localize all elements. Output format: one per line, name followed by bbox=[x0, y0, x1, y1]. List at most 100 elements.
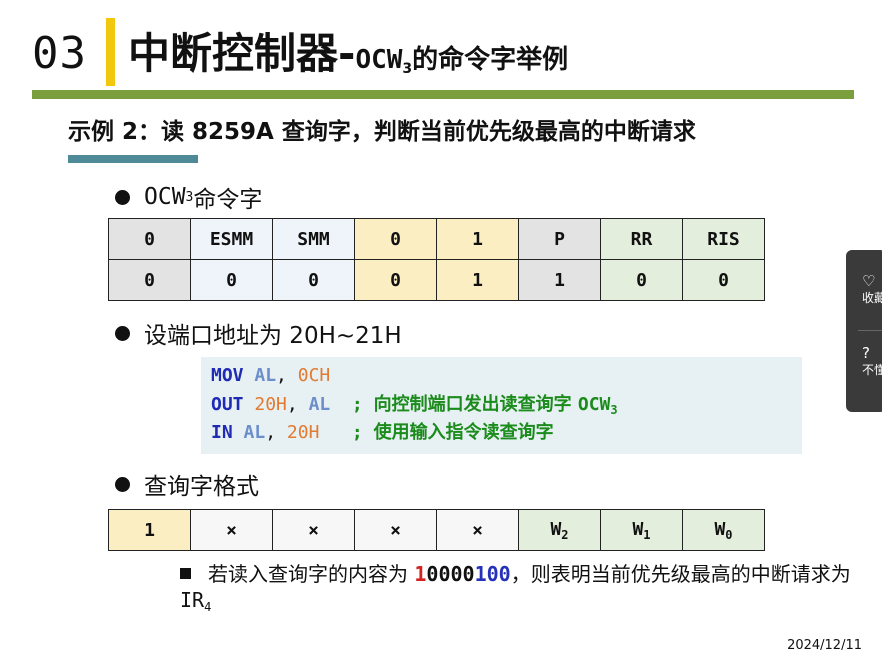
port-address-text: 设端口地址为 20H~21H bbox=[144, 323, 402, 349]
ocw3-bit0-value: 0 bbox=[682, 259, 765, 301]
note-highlight-red: 1 bbox=[414, 562, 427, 586]
heart-icon: ♡ bbox=[862, 272, 876, 290]
comment-text: 向控制端口发出读查询字 bbox=[373, 394, 578, 415]
ocw3-label-prefix: OCW bbox=[144, 184, 186, 210]
code-immediate: 0CH bbox=[297, 365, 331, 386]
ocw3-label-suffix: 命令字 bbox=[193, 187, 263, 213]
query-bit5: × bbox=[272, 509, 355, 551]
code-opcode: IN bbox=[211, 422, 233, 443]
ocw3-bit7-value: 0 bbox=[108, 259, 191, 301]
bullet-ocw3: OCW 3 命令字 bbox=[115, 180, 262, 214]
bullet-port-address: 设端口地址为 20H~21H bbox=[115, 316, 402, 350]
ocw3-bit3-name: 1 bbox=[436, 218, 519, 260]
query-bit3: × bbox=[436, 509, 519, 551]
title-main: 中断控制器- bbox=[128, 29, 356, 78]
bullet-dot-icon bbox=[115, 189, 130, 205]
query-bit-value: × bbox=[390, 519, 401, 541]
code-separator: , bbox=[265, 422, 287, 443]
section-accent-bar bbox=[106, 18, 115, 86]
code-separator: , bbox=[286, 394, 309, 415]
bullet-query-format: 查询字格式 bbox=[115, 467, 259, 501]
query-bit-value: 1 bbox=[144, 519, 155, 541]
query-bit7: 1 bbox=[108, 509, 191, 551]
query-bit-subscript: 0 bbox=[725, 527, 733, 542]
code-port: 20H bbox=[286, 422, 320, 443]
query-bit-value: W bbox=[714, 518, 726, 540]
query-bit-value: × bbox=[472, 519, 483, 541]
code-register: AL bbox=[254, 365, 277, 386]
note-ir-subscript: 4 bbox=[204, 600, 212, 614]
comment-marker: ; bbox=[330, 394, 374, 415]
ocw3-bit4-name: 0 bbox=[354, 218, 437, 260]
ocw3-bit6-name: ESMM bbox=[190, 218, 273, 260]
ocw3-bit3-value: 1 bbox=[436, 259, 519, 301]
ocw3-bit1-name: RR bbox=[600, 218, 683, 260]
query-word-table: 1 × × × × W2 W1 W0 bbox=[108, 509, 765, 551]
table-row: 1 × × × × W2 W1 W0 bbox=[108, 509, 765, 551]
subtitle: 示例 2：读 8259A 查询字，判断当前优先级最高的中断请求 bbox=[68, 119, 696, 145]
code-line-3: IN AL, 20H ; 使用输入指令读查询字 bbox=[211, 420, 554, 446]
query-bit-value: × bbox=[226, 519, 237, 541]
query-bit-value: W bbox=[550, 518, 562, 540]
comment-text: 使用输入指令读查询字 bbox=[373, 422, 554, 443]
ocw3-bit1-value: 0 bbox=[600, 259, 683, 301]
title-ocw: OCW bbox=[355, 45, 403, 75]
square-bullet-icon bbox=[180, 568, 191, 579]
ocw3-register-table: 0 ESMM SMM 0 1 P RR RIS 0 0 0 0 1 1 0 0 bbox=[108, 218, 765, 301]
query-bit2: W2 bbox=[518, 509, 601, 551]
code-opcode: MOV bbox=[211, 365, 244, 386]
query-bit-subscript: 1 bbox=[643, 527, 651, 542]
comment-marker: ; bbox=[319, 422, 374, 443]
code-opcode: OUT bbox=[211, 394, 244, 415]
table-row: 0 ESMM SMM 0 1 P RR RIS bbox=[108, 218, 765, 260]
help-button[interactable]: ? 不懂 bbox=[846, 344, 882, 378]
comment-ocw: OCW bbox=[577, 394, 611, 415]
slide-date: 2024/12/11 bbox=[787, 638, 862, 653]
query-format-label: 查询字格式 bbox=[144, 474, 259, 500]
code-comment: ; 向控制端口发出读查询字 OCW3 bbox=[330, 394, 618, 417]
code-port: 20H bbox=[254, 394, 287, 415]
slide-title: 中断控制器-OCW3的命令字举例 bbox=[128, 26, 568, 82]
favorite-button[interactable]: ♡ 收藏 bbox=[846, 272, 882, 306]
section-number: 03 bbox=[32, 28, 87, 79]
query-bit4: × bbox=[354, 509, 437, 551]
toolbar-divider bbox=[858, 330, 882, 331]
ocw3-bit2-name: P bbox=[518, 218, 601, 260]
ocw3-label-subscript: 3 bbox=[185, 189, 194, 205]
code-comment: ; 使用输入指令读查询字 bbox=[319, 422, 554, 443]
ocw3-bit5-name: SMM bbox=[272, 218, 355, 260]
bullet-dot-icon bbox=[115, 325, 130, 341]
comment-ocw-subscript: 3 bbox=[610, 403, 618, 417]
code-register: AL bbox=[308, 394, 331, 415]
code-line-1: MOV AL, 0CH bbox=[211, 363, 330, 389]
query-bit1: W1 bbox=[600, 509, 683, 551]
note-suffix: ，则表明当前优先级最高的中断请求为 bbox=[510, 562, 851, 586]
ocw3-bit4-value: 0 bbox=[354, 259, 437, 301]
query-bit-value: × bbox=[308, 519, 319, 541]
favorite-label: 收藏 bbox=[862, 291, 882, 305]
query-bit-value: W bbox=[632, 518, 644, 540]
help-label: 不懂 bbox=[862, 363, 882, 377]
table-row: 0 0 0 0 1 1 0 0 bbox=[108, 259, 765, 301]
ocw3-bit0-name: RIS bbox=[682, 218, 765, 260]
note-highlight-blue: 100 bbox=[474, 562, 511, 586]
code-register: AL bbox=[243, 422, 266, 443]
query-bit-subscript: 2 bbox=[561, 527, 569, 542]
code-separator: , bbox=[276, 365, 298, 386]
bullet-dot-icon bbox=[115, 476, 130, 492]
question-icon: ? bbox=[862, 344, 870, 362]
query-bit6: × bbox=[190, 509, 273, 551]
code-line-2: OUT 20H, AL ; 向控制端口发出读查询字 OCW3 bbox=[211, 392, 618, 423]
ocw3-bit2-value: 1 bbox=[518, 259, 601, 301]
ocw3-bit6-value: 0 bbox=[190, 259, 273, 301]
title-tail: 的命令字举例 bbox=[412, 45, 569, 75]
note-ir: IR bbox=[180, 588, 205, 612]
subtitle-underline bbox=[68, 155, 198, 163]
assembly-code-block: MOV AL, 0CH OUT 20H, AL ; 向控制端口发出读查询字 OC… bbox=[201, 357, 802, 454]
query-result-note: 若读入查询字的内容为 10000100，则表明当前优先级最高的中断请求为 IR4 bbox=[180, 561, 860, 620]
header-divider bbox=[32, 90, 854, 99]
note-middle-bits: 0000 bbox=[426, 562, 475, 586]
note-prefix: 若读入查询字的内容为 bbox=[208, 562, 415, 586]
side-toolbar: ♡ 收藏 ? 不懂 bbox=[846, 250, 882, 412]
query-bit0: W0 bbox=[682, 509, 765, 551]
